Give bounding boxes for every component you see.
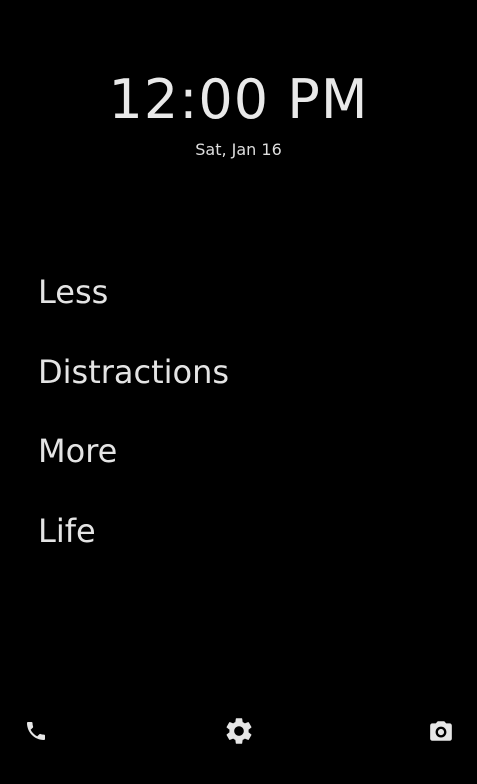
camera-button[interactable] <box>421 711 461 751</box>
clock-date[interactable]: Sat, Jan 16 <box>0 140 477 160</box>
app-list-item[interactable]: Less <box>38 272 438 312</box>
camera-icon <box>430 721 452 741</box>
app-list: Less Distractions More Life <box>38 272 438 590</box>
clock-time[interactable]: 12:00 PM <box>0 70 477 130</box>
app-list-item[interactable]: Life <box>38 511 438 551</box>
gear-icon <box>226 718 252 744</box>
app-list-item[interactable]: Distractions <box>38 352 438 392</box>
app-list-item[interactable]: More <box>38 431 438 471</box>
settings-button[interactable] <box>219 711 259 751</box>
phone-button[interactable] <box>16 711 56 751</box>
launcher-home-screen: 12:00 PM Sat, Jan 16 Less Distractions M… <box>0 0 477 784</box>
phone-icon <box>27 722 45 740</box>
